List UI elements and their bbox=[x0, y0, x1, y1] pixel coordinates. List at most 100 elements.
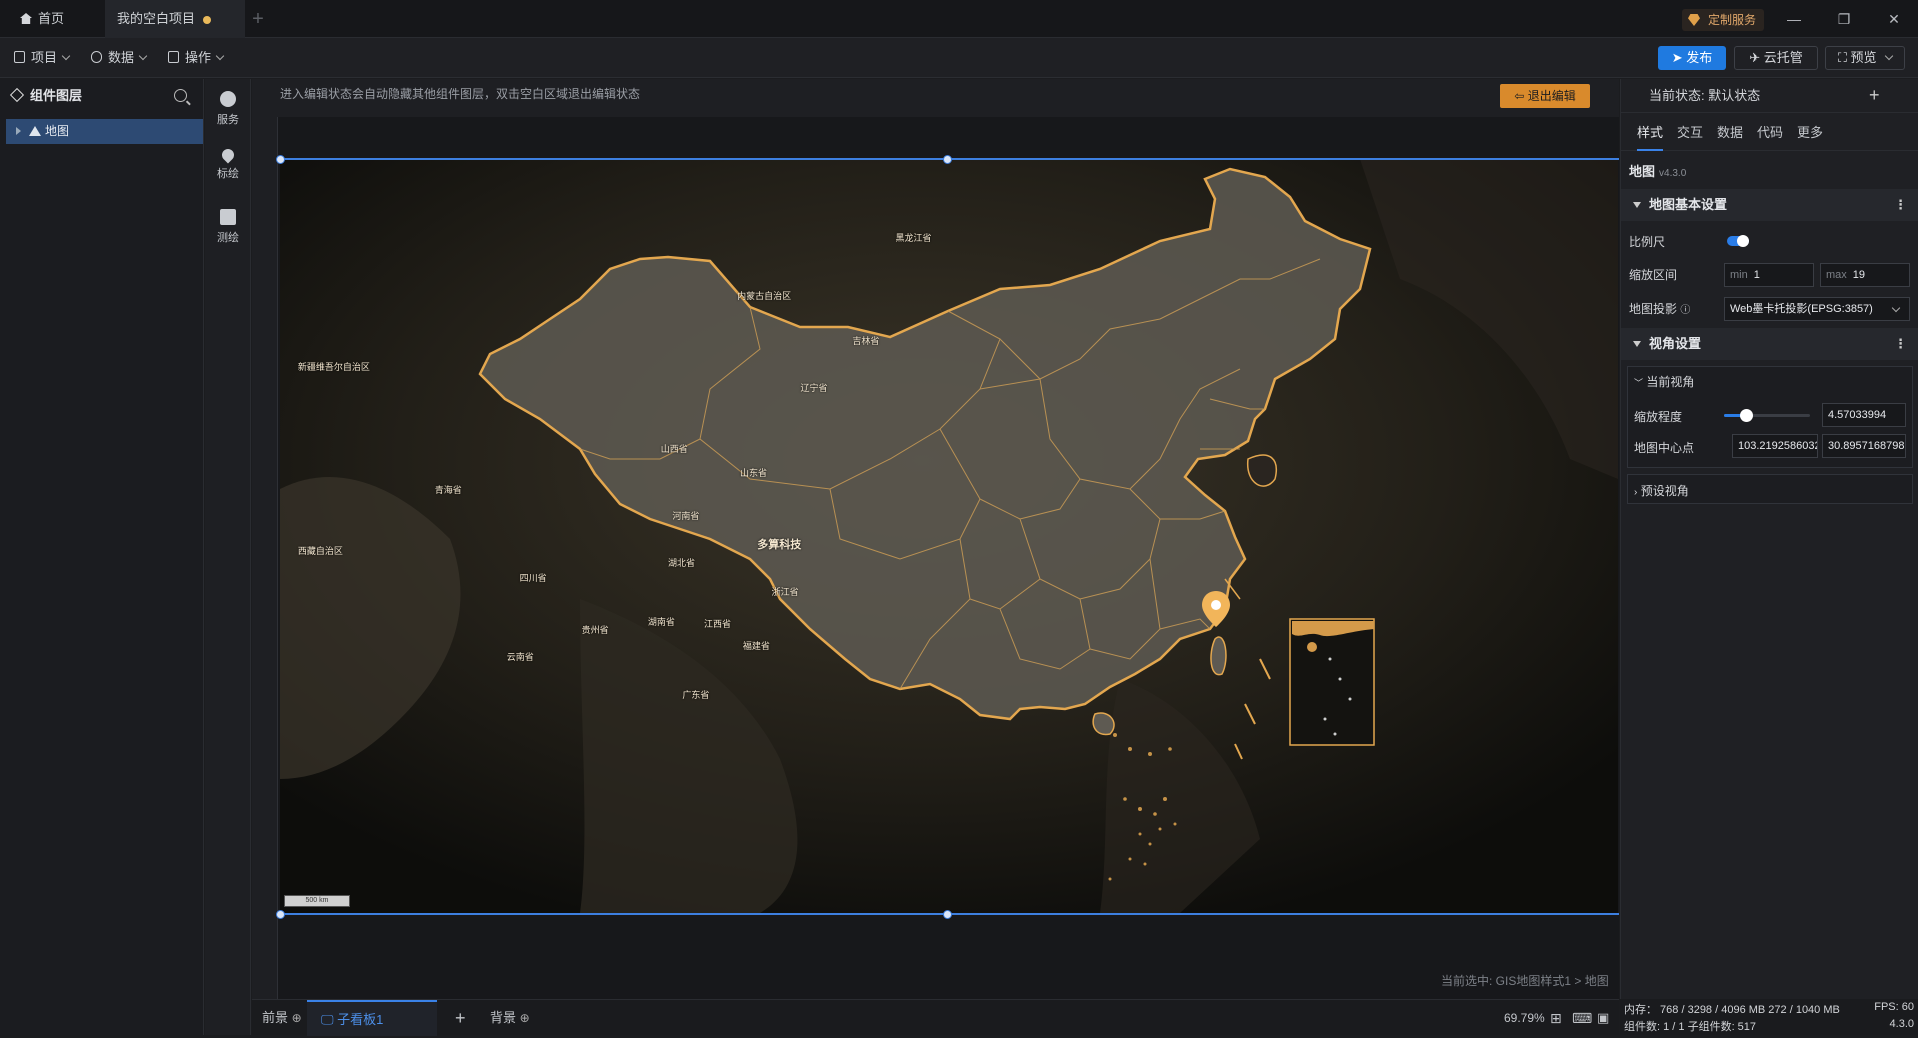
zoom-slider-knob[interactable] bbox=[1740, 409, 1753, 422]
map-label: 黑龙江省 bbox=[895, 232, 932, 243]
layer-item-map[interactable]: 地图 bbox=[6, 119, 203, 144]
section-basic-settings[interactable]: 地图基本设置 ⋮ bbox=[1621, 189, 1918, 221]
add-board-button[interactable]: + bbox=[455, 1000, 466, 1036]
inset-south-sea bbox=[1289, 618, 1375, 746]
tab-foreground[interactable]: 前景 ⊕ bbox=[262, 1000, 302, 1036]
tab-home-label: 首页 bbox=[38, 11, 65, 26]
section-view-settings[interactable]: 视角设置 ⋮ bbox=[1621, 328, 1918, 360]
chevron-down-icon bbox=[215, 51, 225, 61]
tab-sub-board[interactable]: 🖵 子看板1 bbox=[307, 1000, 437, 1036]
map-label: 山西省 bbox=[660, 444, 688, 455]
map-label: 辽宁省 bbox=[800, 382, 828, 393]
resize-handle[interactable] bbox=[276, 910, 285, 919]
zoom-percentage[interactable]: 69.79% bbox=[1504, 1000, 1545, 1036]
map-label: 湖南省 bbox=[647, 616, 675, 627]
zoom-max-input[interactable]: max 19 bbox=[1820, 263, 1910, 287]
map-label: 湖北省 bbox=[668, 558, 696, 569]
publish-button[interactable]: ➤ 发布 bbox=[1658, 46, 1726, 70]
collapse-triangle-icon bbox=[1633, 341, 1641, 347]
tab-background[interactable]: 背景 ⊕ bbox=[490, 1000, 530, 1036]
more-icon[interactable]: ⋮ bbox=[1894, 189, 1907, 221]
more-icon[interactable]: ⋮ bbox=[1894, 328, 1907, 360]
map-label: 新疆维吾尔自治区 bbox=[297, 362, 370, 373]
plot-tool[interactable]: 标绘 bbox=[205, 146, 251, 181]
tab-data[interactable]: 数据 bbox=[1717, 115, 1743, 151]
map-label: 山东省 bbox=[740, 467, 768, 478]
scale-toggle[interactable] bbox=[1727, 235, 1749, 247]
chevron-down-icon bbox=[1891, 303, 1901, 313]
new-tab-button[interactable]: + bbox=[246, 0, 270, 38]
layers-icon bbox=[9, 87, 25, 103]
terminal-icon[interactable]: ▣ bbox=[1597, 1000, 1609, 1036]
title-bar: 首页 我的空白项目 + 定制服务 — ❐ ✕ bbox=[0, 0, 1918, 38]
center-lat-input[interactable]: 30.8957168798 bbox=[1822, 434, 1906, 458]
tab-project[interactable]: 我的空白项目 bbox=[105, 0, 245, 38]
keyboard-icon[interactable]: ⌨ bbox=[1572, 1000, 1592, 1036]
tab-code[interactable]: 代码 bbox=[1757, 115, 1783, 151]
resize-handle[interactable] bbox=[943, 910, 952, 919]
fit-screen-icon[interactable]: ⊞ bbox=[1550, 1000, 1562, 1036]
tab-style[interactable]: 样式 bbox=[1637, 115, 1664, 151]
diamond-icon bbox=[1688, 14, 1700, 26]
database-icon bbox=[91, 51, 102, 63]
zoom-level-slider[interactable] bbox=[1724, 409, 1810, 422]
preset-view-group[interactable]: › 预设视角 bbox=[1627, 474, 1913, 504]
map-label: 福建省 bbox=[742, 641, 770, 652]
home-icon bbox=[20, 13, 32, 24]
gis-map[interactable]: 黑龙江省 内蒙古自治区 吉林省 辽宁省 新疆维吾尔自治区 山西省 山东省 青海省 河南省 西藏自治… bbox=[280, 159, 1618, 913]
projection-select[interactable]: Web墨卡托投影(EPSG:3857) bbox=[1724, 297, 1910, 321]
scale-label: 比例尺 bbox=[1629, 235, 1666, 249]
projection-label: 地图投影 ⓘ bbox=[1629, 302, 1691, 316]
zoom-level-input[interactable]: 4.57033994 bbox=[1822, 403, 1906, 427]
unsaved-dot-icon bbox=[203, 15, 212, 24]
taiwan-island bbox=[1210, 636, 1227, 676]
map-label: 云南省 bbox=[506, 651, 534, 662]
map-label: 广东省 bbox=[682, 689, 710, 700]
tab-home[interactable]: 首页 bbox=[20, 0, 105, 38]
project-menu[interactable]: 项目 bbox=[14, 48, 71, 68]
data-menu[interactable]: 数据 bbox=[91, 48, 148, 68]
zoom-min-input[interactable]: min 1 bbox=[1724, 263, 1814, 287]
map-label: 内蒙古自治区 bbox=[737, 290, 792, 301]
service-tool[interactable]: 服务 bbox=[205, 91, 251, 127]
expand-arrow-icon[interactable] bbox=[16, 127, 21, 135]
minimize-icon[interactable]: — bbox=[1784, 9, 1804, 29]
exit-edit-button[interactable]: ⇦ 退出编辑 bbox=[1500, 84, 1590, 108]
restore-icon[interactable]: ❐ bbox=[1834, 9, 1854, 29]
preview-button[interactable]: ⛶ 预览 bbox=[1825, 46, 1905, 70]
custom-service-button[interactable]: 定制服务 bbox=[1682, 9, 1765, 31]
map-label: 西藏自治区 bbox=[297, 546, 343, 557]
map-label: 贵州省 bbox=[581, 625, 609, 636]
chevron-down-icon bbox=[138, 51, 148, 61]
map-label: 江西省 bbox=[704, 619, 732, 630]
help-icon[interactable]: ⓘ bbox=[1680, 305, 1690, 316]
map-center-label: 地图中心点 bbox=[1634, 441, 1695, 455]
add-circle-icon[interactable]: ⊕ bbox=[520, 1011, 530, 1025]
add-circle-icon[interactable]: ⊕ bbox=[292, 1011, 302, 1025]
map-svg bbox=[280, 159, 1618, 913]
tab-interaction[interactable]: 交互 bbox=[1677, 115, 1703, 151]
map-label: 四川省 bbox=[519, 572, 547, 583]
chevron-down-icon: ﹀ bbox=[1634, 378, 1644, 388]
resize-handle[interactable] bbox=[943, 155, 952, 164]
cloud-hosting-button[interactable]: ✈ 云托管 bbox=[1734, 46, 1818, 70]
side-tools: 服务 标绘 测绘 bbox=[205, 79, 251, 1035]
vertical-ruler bbox=[252, 117, 278, 999]
chevron-down-icon bbox=[61, 51, 71, 61]
operate-menu[interactable]: 操作 bbox=[168, 48, 225, 68]
add-state-button[interactable]: + bbox=[1869, 85, 1880, 106]
hainan-island bbox=[1092, 712, 1115, 736]
pin-icon bbox=[219, 146, 237, 164]
current-view-header[interactable]: ﹀ 当前视角 bbox=[1634, 373, 1694, 390]
property-panel: 当前状态: 默认状态 + 样式 交互 数据 代码 更多 地图 v4.3.0 地图基… bbox=[1620, 79, 1918, 1035]
close-icon[interactable]: ✕ bbox=[1884, 9, 1904, 29]
property-tabs: 样式 交互 数据 代码 更多 bbox=[1621, 115, 1918, 151]
search-icon[interactable] bbox=[174, 89, 187, 102]
tab-more[interactable]: 更多 bbox=[1797, 115, 1823, 151]
center-lng-input[interactable]: 103.2192586032 bbox=[1732, 434, 1818, 458]
measure-tool[interactable]: 测绘 bbox=[205, 209, 251, 245]
map-label: 青海省 bbox=[434, 485, 462, 496]
resize-handle[interactable] bbox=[276, 155, 285, 164]
zoom-level-label: 缩放程度 bbox=[1634, 410, 1683, 424]
memory-status: 内存： 768 / 3298 / 4096 MB 272 / 1040 MB bbox=[1624, 1004, 1840, 1016]
